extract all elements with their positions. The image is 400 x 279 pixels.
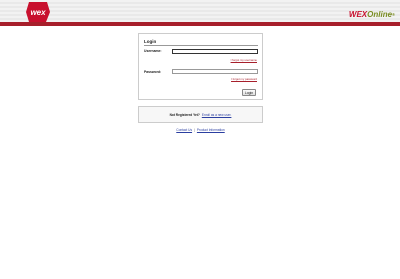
registered-mark: ®: [392, 12, 395, 17]
login-title-divider: [144, 45, 258, 46]
login-panel: Login Username: I forgot my username Pas…: [138, 33, 263, 100]
header-bar: [0, 0, 400, 22]
wex-logo-text: wex: [30, 8, 46, 17]
register-prompt: Not Registered Yet?: [169, 112, 200, 117]
wex-online-suffix: Online: [367, 10, 393, 19]
wex-logo[interactable]: wex: [25, 1, 51, 23]
register-panel: Not Registered Yet? Enroll as a new user…: [138, 106, 263, 123]
enroll-link[interactable]: Enroll as a new user.: [202, 113, 232, 117]
username-input[interactable]: [172, 49, 258, 54]
password-label: Password:: [144, 70, 162, 74]
header-red-band: [0, 22, 400, 26]
login-button[interactable]: Login: [242, 89, 256, 96]
forgot-username-link[interactable]: I forgot my username: [231, 58, 257, 62]
forgot-password-link[interactable]: I forgot my password: [231, 77, 257, 81]
login-title: Login: [144, 39, 157, 44]
footer-links: Contact Us | Product Information: [138, 128, 263, 132]
footer-separator: |: [194, 128, 195, 132]
product-information-link[interactable]: Product Information: [197, 128, 225, 132]
contact-us-link[interactable]: Contact Us: [176, 128, 192, 132]
password-input[interactable]: [172, 69, 258, 74]
page: wex WEXOnline® Login Username: I forgot …: [0, 0, 400, 279]
wex-online-logo: WEXOnline®: [349, 10, 395, 20]
wex-online-brand: WEX: [348, 10, 368, 19]
username-label: Username:: [144, 49, 162, 53]
wex-logo-icon: wex: [26, 2, 50, 22]
